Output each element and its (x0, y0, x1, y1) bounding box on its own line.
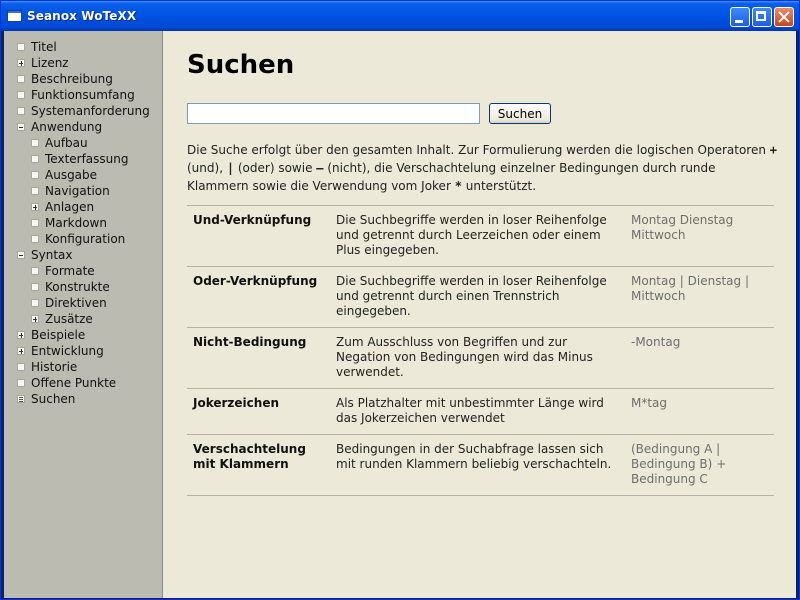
title-bar[interactable]: Seanox WoTeXX (1, 1, 799, 31)
sidebar-item-label: Anwendung (31, 120, 103, 134)
page-icon (31, 299, 39, 307)
page-icon (31, 139, 39, 147)
table-row: Jokerzeichen Als Platzhalter mit unbesti… (187, 388, 774, 435)
intro-part-1: Die Suche erfolgt über den gesamten Inha… (187, 143, 770, 157)
intro-part-2: (und), (187, 161, 227, 175)
collapse-icon[interactable] (17, 123, 25, 131)
sidebar-item-label: Konstrukte (45, 280, 110, 294)
search-page-icon (17, 395, 25, 403)
sidebar-item-label: Historie (31, 360, 78, 374)
sidebar-item-label: Texterfassung (45, 152, 129, 166)
expand-icon[interactable] (17, 59, 25, 67)
sidebar-item-label: Lizenz (31, 56, 69, 70)
operator-example: Montag | Dienstag | Mittwoch (625, 266, 774, 328)
operator-term: Nicht-Bedingung (187, 327, 330, 389)
page-icon (31, 235, 39, 243)
operator-term: Verschachtelung mit Klammern (187, 434, 330, 496)
client-area: Titel Lizenz Beschreibung Funktionsumfan… (4, 31, 796, 598)
and-operator: + (769, 143, 777, 157)
page-icon (31, 155, 39, 163)
search-button[interactable]: Suchen (489, 103, 551, 124)
sidebar-navigation: Titel Lizenz Beschreibung Funktionsumfan… (4, 31, 163, 598)
sidebar-item-label: Aufbau (45, 136, 88, 150)
intro-part-3: (oder) sowie (234, 161, 317, 175)
sidebar-item-label: Beispiele (31, 328, 86, 342)
minimize-icon[interactable] (730, 7, 750, 27)
sidebar-item-label: Zusätze (45, 312, 93, 326)
page-icon (31, 283, 39, 291)
operator-term: Oder-Verknüpfung (187, 266, 330, 328)
app-window-icon (7, 10, 22, 22)
page-title: Suchen (187, 50, 295, 80)
page-icon (31, 219, 39, 227)
intro-text: Die Suche erfolgt über den gesamten Inha… (187, 141, 779, 195)
maximize-icon[interactable] (752, 7, 772, 27)
sidebar-item-label: Direktiven (45, 296, 107, 310)
operator-term: Und-Verknüpfung (187, 205, 330, 267)
sidebar-item-label: Suchen (31, 392, 76, 406)
close-icon[interactable] (774, 7, 794, 27)
sidebar-item-label: Titel (31, 40, 57, 54)
sidebar-item-label: Markdown (45, 216, 107, 230)
window-title: Seanox WoTeXX (27, 9, 137, 23)
collapse-icon[interactable] (17, 251, 25, 259)
app-window: Seanox WoTeXX Titel Lizenz Beschreibung … (0, 0, 800, 600)
page-icon (17, 107, 25, 115)
page-icon (17, 379, 25, 387)
page-icon (17, 43, 25, 51)
table-row: Verschachtelung mit Klammern Bedingungen… (187, 434, 774, 496)
expand-icon[interactable] (17, 331, 25, 339)
operator-example: (Bedingung A | Bedingung B) + Bedingung … (625, 434, 774, 496)
sidebar-item-label: Formate (45, 264, 95, 278)
sidebar-item-label: Ausgabe (45, 168, 98, 182)
page-icon (31, 267, 39, 275)
table-row: Oder-Verknüpfung Die Suchbegriffe werden… (187, 266, 774, 328)
sidebar-item-label: Navigation (45, 184, 110, 198)
operator-example: Montag Dienstag Mittwoch (625, 205, 774, 267)
search-input[interactable] (187, 103, 480, 124)
not-operator: – (316, 161, 324, 175)
operator-description: Als Platzhalter mit unbestimmter Länge w… (330, 388, 625, 435)
operator-term: Jokerzeichen (187, 388, 330, 435)
operator-example: M*tag (625, 388, 774, 435)
sidebar-item-label: Offene Punkte (31, 376, 117, 390)
table-row: Und-Verknüpfung Die Suchbegriffe werden … (187, 205, 774, 267)
operators-table: Und-Verknüpfung Die Suchbegriffe werden … (187, 205, 774, 496)
operator-description: Die Suchbegriffe werden in loser Reihenf… (330, 266, 625, 328)
operator-description: Zum Ausschluss von Begriffen und zur Neg… (330, 327, 625, 389)
page-icon (17, 91, 25, 99)
expand-icon[interactable] (17, 347, 25, 355)
sidebar-item-label: Entwicklung (31, 344, 104, 358)
main-content: Suchen Suchen Die Suche erfolgt über den… (164, 31, 796, 598)
sidebar-item-label: Anlagen (45, 200, 95, 214)
page-icon (31, 187, 39, 195)
table-row: Nicht-Bedingung Zum Ausschluss von Begri… (187, 327, 774, 389)
sidebar-item-label: Beschreibung (31, 72, 113, 86)
operator-description: Bedingungen in der Suchabfrage lassen si… (330, 434, 625, 496)
expand-icon[interactable] (31, 203, 39, 211)
operator-description: Die Suchbegriffe werden in loser Reihenf… (330, 205, 625, 267)
sidebar-item-label: Funktionsumfang (31, 88, 135, 102)
sidebar-item-label: Konfiguration (45, 232, 126, 246)
sidebar-item-label: Systemanforderung (31, 104, 150, 118)
sidebar-item-label: Syntax (31, 248, 73, 262)
page-icon (17, 363, 25, 371)
operator-example: -Montag (625, 327, 774, 389)
joker-operator: * (454, 179, 462, 193)
page-icon (17, 75, 25, 83)
intro-part-5: unterstützt. (461, 179, 537, 193)
or-operator: | (226, 161, 235, 175)
expand-icon[interactable] (31, 315, 39, 323)
page-icon (31, 171, 39, 179)
